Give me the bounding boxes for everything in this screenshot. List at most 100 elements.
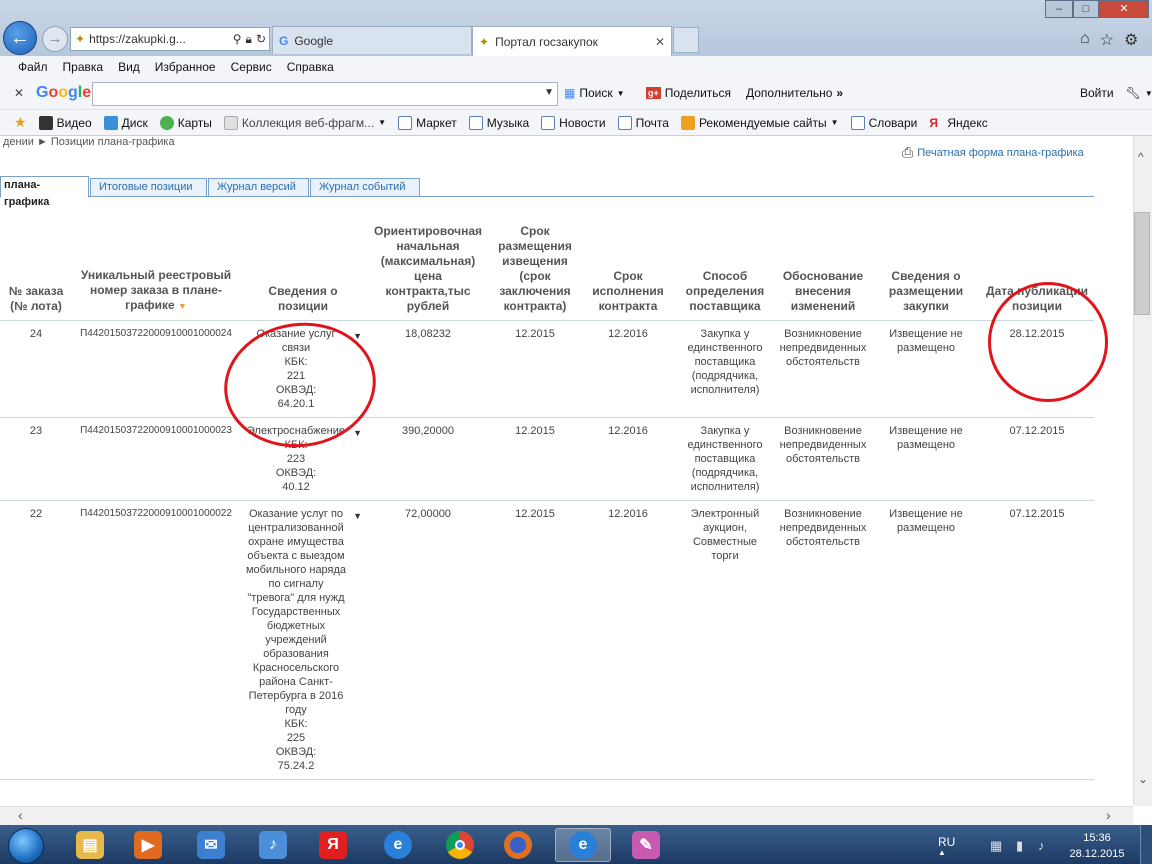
- cell-status: Извещение не размещено: [872, 417, 980, 501]
- cell-reg-number: П44201503722000910001000023: [72, 417, 240, 501]
- address-bar[interactable]: ✦ https://zakupki.g... ⚲ 🔒︎ ↻: [70, 27, 270, 51]
- taskbar-media[interactable]: ▶: [120, 828, 176, 862]
- tray-expand-icon[interactable]: ▲: [938, 848, 946, 857]
- search-icon[interactable]: ⚲: [233, 32, 242, 46]
- add-favorite-star-icon[interactable]: ★: [14, 114, 27, 131]
- position-dropdown-icon[interactable]: ▼: [353, 426, 362, 440]
- taskbar-firefox[interactable]: [490, 828, 546, 862]
- col-header[interactable]: Уникальный реестровый номер заказа в пла…: [72, 222, 240, 321]
- page-icon: [850, 115, 865, 130]
- vertical-scroll-thumb[interactable]: [1134, 212, 1150, 315]
- minimize-button[interactable]: –: [1045, 0, 1073, 18]
- menu-favorites[interactable]: Избранное: [155, 60, 216, 74]
- scroll-right-icon[interactable]: ›: [1106, 807, 1111, 823]
- refresh-icon[interactable]: ↻: [256, 32, 269, 46]
- col-header: Срок размещения извещения (срок заключен…: [490, 222, 580, 321]
- settings-gear-icon[interactable]: ⚙: [1124, 30, 1138, 50]
- fav-news[interactable]: Новости: [541, 115, 606, 130]
- horizontal-scrollbar[interactable]: ‹ ›: [0, 806, 1133, 825]
- favorites-star-icon[interactable]: ☆: [1100, 30, 1114, 50]
- cell-reason: Возникновение непредвиденных обстоятельс…: [774, 417, 872, 501]
- maximize-button[interactable]: □: [1073, 0, 1099, 18]
- cell-method: Закупка у единственного поставщика (подр…: [676, 320, 774, 418]
- google-plus-icon: g+: [646, 87, 661, 99]
- fav-disk[interactable]: Диск: [103, 115, 148, 130]
- more-button[interactable]: Дополнительно »: [746, 86, 843, 100]
- cell-price: 390,20000: [366, 417, 490, 501]
- menu-view[interactable]: Вид: [118, 60, 140, 74]
- folder-icon: ▤: [76, 831, 104, 859]
- close-toolbar-icon[interactable]: ✕: [14, 86, 24, 100]
- taskbar-ie-active[interactable]: e: [555, 828, 611, 862]
- tab-plan-positions[interactable]: плана-графика: [0, 176, 89, 208]
- fav-suggested[interactable]: Рекомендуемые сайты ▼: [680, 115, 839, 130]
- windows-logo-icon: [8, 828, 44, 864]
- scroll-down-icon[interactable]: ⌄: [1138, 772, 1148, 786]
- volume-icon[interactable]: ♪: [1038, 838, 1045, 853]
- language-indicator[interactable]: RU: [938, 835, 955, 849]
- taskbar-audio[interactable]: ♪: [245, 828, 301, 862]
- fav-music[interactable]: Музыка: [468, 115, 529, 130]
- system-clock[interactable]: 15:36 28.12.2015: [1062, 830, 1132, 862]
- fav-maps[interactable]: Карты: [159, 115, 212, 130]
- fav-mail[interactable]: Почта: [617, 115, 669, 130]
- menu-file[interactable]: Файл: [18, 60, 48, 74]
- google-search-button[interactable]: ▦ Поиск ▼: [564, 86, 625, 100]
- cell-exec-term: 12.2016: [580, 417, 676, 501]
- show-desktop-button[interactable]: [1140, 825, 1152, 864]
- cell-price: 18,08232: [366, 320, 490, 418]
- new-tab-button[interactable]: [673, 27, 699, 53]
- menu-tools[interactable]: Сервис: [231, 60, 272, 74]
- close-window-button[interactable]: ✕: [1099, 0, 1149, 18]
- cell-num: 24: [0, 320, 72, 418]
- menu-edit[interactable]: Правка: [63, 60, 104, 74]
- tab-google[interactable]: G Google: [272, 26, 472, 54]
- back-button[interactable]: ←: [3, 21, 37, 55]
- fav-label: Карты: [177, 115, 212, 130]
- home-icon[interactable]: ⌂: [1080, 30, 1090, 50]
- chrome-icon: [446, 831, 474, 859]
- signin-button[interactable]: Войти 🔧︎ ▼: [1080, 86, 1152, 100]
- taskbar-explorer[interactable]: ▤: [62, 828, 118, 862]
- cell-position: Оказание услуг по централизованной охран…: [240, 500, 366, 780]
- wrench-icon[interactable]: 🔧︎: [1126, 86, 1141, 100]
- chevron-down-icon: ▼: [1144, 88, 1152, 98]
- taskbar-yandex[interactable]: Я: [305, 828, 361, 862]
- paint-palette-icon: ✎: [632, 831, 660, 859]
- print-form-link[interactable]: ⎙ Печатная форма плана-графика: [902, 144, 1084, 161]
- fav-market[interactable]: Маркет: [398, 115, 457, 130]
- taskbar-mail[interactable]: ✉: [183, 828, 239, 862]
- fav-yandex[interactable]: Я Яндекс: [929, 116, 987, 130]
- tab-events-log[interactable]: Журнал событий: [310, 178, 420, 197]
- site-emblem-icon: ✦: [479, 34, 490, 49]
- close-tab-icon[interactable]: ✕: [655, 35, 665, 49]
- tab-summary-positions[interactable]: Итоговые позиции: [90, 178, 207, 197]
- favorites-bar: ★ Видео Диск Карты Коллекция веб-фрагм..…: [0, 110, 1152, 136]
- cell-method: Закупка у единственного поставщика (подр…: [676, 417, 774, 501]
- fav-video[interactable]: Видео: [38, 115, 92, 130]
- fav-label: Диск: [121, 115, 148, 130]
- taskbar-chrome[interactable]: [432, 828, 488, 862]
- share-button[interactable]: g+ Поделиться: [646, 86, 731, 100]
- fav-dictionaries[interactable]: Словари: [850, 115, 917, 130]
- double-chevron-right-icon: »: [836, 86, 844, 100]
- position-dropdown-icon[interactable]: ▼: [353, 509, 362, 523]
- start-button[interactable]: [2, 826, 52, 864]
- taskbar-ie[interactable]: e: [370, 828, 426, 862]
- forward-button[interactable]: →: [42, 26, 68, 52]
- menu-help[interactable]: Справка: [287, 60, 334, 74]
- network-icon[interactable]: ▦: [990, 838, 1002, 854]
- dropdown-arrow-icon[interactable]: ▼: [544, 87, 554, 98]
- back-arrow-icon: ←: [10, 27, 30, 49]
- scroll-up-icon[interactable]: ^: [1138, 150, 1144, 164]
- tab-zakupki[interactable]: ✦ Портал госзакупок ✕: [472, 26, 672, 56]
- battery-icon[interactable]: ▮: [1016, 838, 1023, 854]
- tab-versions-log[interactable]: Журнал версий: [208, 178, 309, 197]
- google-search-input[interactable]: ▼: [92, 82, 558, 106]
- fav-webslices[interactable]: Коллекция веб-фрагм... ▼: [223, 115, 386, 130]
- page-content: дении ► Позиции плана-графика ⎙ Печатная…: [0, 136, 1133, 806]
- taskbar-paint[interactable]: ✎: [618, 828, 674, 862]
- scroll-left-icon[interactable]: ‹: [18, 807, 23, 823]
- browser-right-icons: ⌂ ☆ ⚙: [1080, 30, 1138, 50]
- cell-exec-term: 12.2016: [580, 320, 676, 418]
